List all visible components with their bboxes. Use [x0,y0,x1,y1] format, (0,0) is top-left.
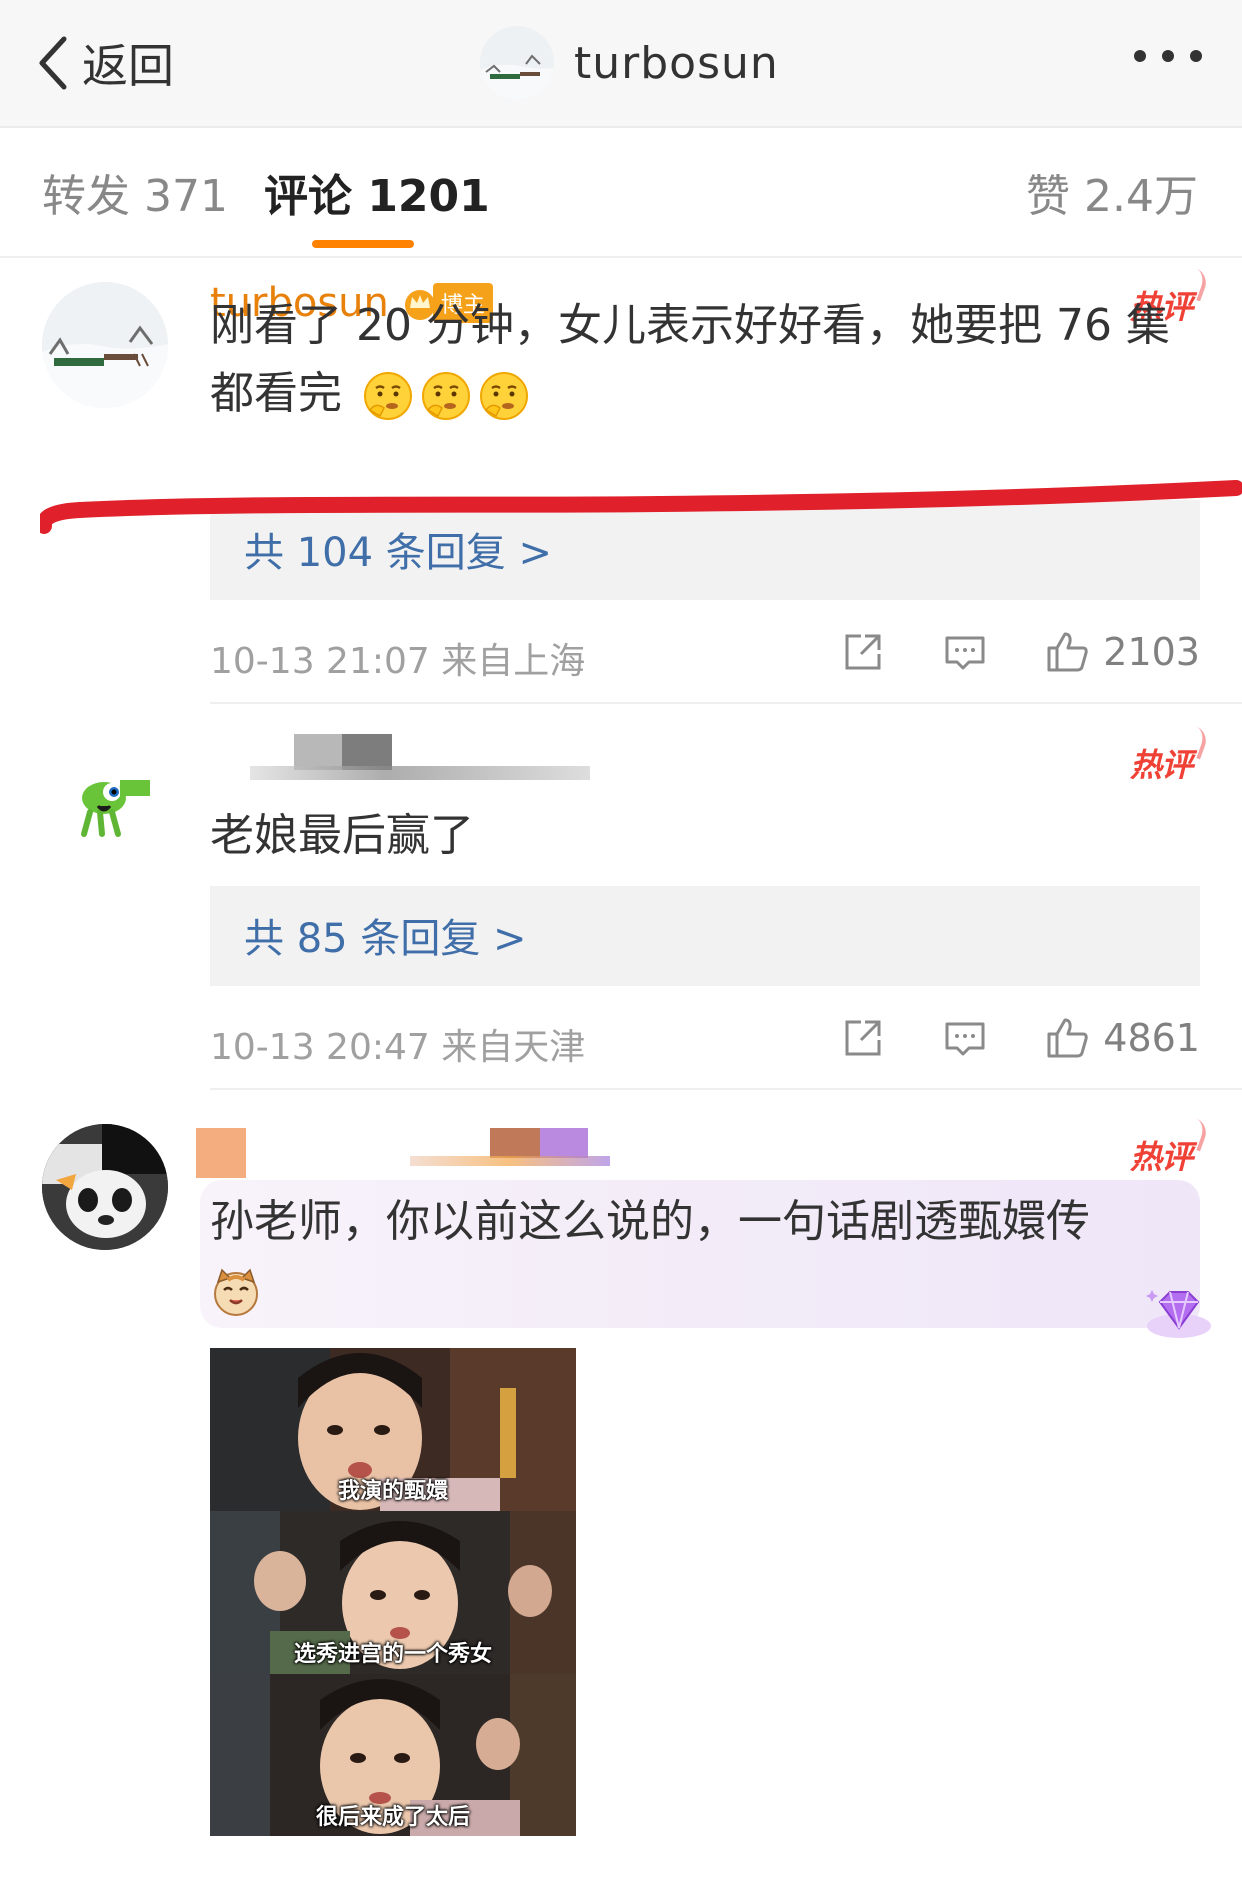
redacted-username [342,734,392,770]
avatar[interactable] [42,282,168,408]
tab-bar: 转发 371 评论 1201 赞 2.4万 [0,130,1242,258]
image-caption: 我演的甄嬛 [337,1479,448,1504]
comment-body: 孙老师，你以前这么说的，一句话剧透甄嬛传 [210,1196,1090,1247]
image-caption: 很后来成了太后 [315,1805,470,1830]
nav-title-group[interactable]: turbosun [480,26,779,100]
view-replies-link[interactable]: 共 85 条回复 > [244,906,527,964]
replies-box[interactable]: 共 85 条回复 > [210,886,1200,986]
image-caption: 选秀进宫的一个秀女 [293,1642,492,1667]
comment-text: 刚看了 20 分钟，女儿表示好好看，她要把 76 集都看完 [210,292,1190,428]
reply-button[interactable] [941,628,989,676]
tab-repost[interactable]: 转发 371 [42,160,228,224]
redacted-username [490,1128,540,1158]
redacted-username [410,1156,610,1166]
navigation-bar: 返回 turbosun [0,0,1242,128]
share-button[interactable] [839,628,887,676]
thinking-emoji-icon [364,372,412,420]
divider [210,702,1242,704]
redacted-username [540,1128,588,1158]
hot-comment-badge: 热评 [1130,1132,1193,1178]
redacted-username [294,734,342,770]
comment-body: 刚看了 20 分钟，女儿表示好好看，她要把 76 集都看完 [210,300,1170,419]
tab-comments[interactable]: 评论 1201 [264,160,490,224]
comment-icon [945,636,985,670]
avatar[interactable] [42,1124,168,1250]
image-panel: 我演的甄嬛 [210,1348,576,1511]
annotation-underline [40,480,1242,534]
active-tab-indicator [312,240,414,248]
share-button[interactable] [839,1014,887,1062]
thumbs-up-icon [1047,1018,1088,1058]
redacted-username [196,1128,246,1178]
comment-text: 孙老师，你以前这么说的，一句话剧透甄嬛传 [210,1188,1190,1324]
share-icon [845,1020,881,1056]
diamond-icon [1146,1290,1211,1338]
cat-emoji-icon [214,1268,258,1316]
like-count: 4861 [1103,1016,1200,1060]
avatar[interactable] [480,26,554,100]
hot-comment-badge: 热评 [1130,740,1193,786]
thinking-emoji-icon [422,372,470,420]
like-button[interactable]: 4861 [1043,1014,1200,1062]
comment-meta: 10-13 21:07 来自上海 [210,641,586,682]
divider [210,1088,1242,1090]
more-dot-icon [1134,50,1146,62]
thinking-emoji-icon [480,372,528,420]
tab-likes[interactable]: 赞 2.4万 [1026,160,1198,224]
more-dot-icon [1190,50,1202,62]
more-button[interactable] [1134,50,1202,62]
comment-actions: 2103 [839,628,1200,676]
back-label: 返回 [82,39,174,93]
comment-icon [945,1022,985,1056]
comment-actions: 4861 [839,1014,1200,1062]
more-dot-icon [1162,50,1174,62]
thumbs-up-icon [1047,632,1088,672]
redacted-username [250,766,590,780]
back-button[interactable]: 返回 [34,28,174,98]
comment-meta: 10-13 20:47 来自天津 [210,1027,586,1068]
image-panel: 选秀进宫的一个秀女 [210,1511,576,1674]
comment-image[interactable]: 我演的甄嬛 选秀进宫的一个秀女 很后来成了太后 [210,1348,576,1836]
comment-text: 老娘最后赢了 [210,810,474,861]
share-icon [845,634,881,670]
page-title: turbosun [574,37,779,89]
chevron-left-icon [39,36,67,90]
avatar[interactable] [42,736,168,862]
image-panel: 很后来成了太后 [210,1674,576,1836]
reply-button[interactable] [941,1014,989,1062]
like-count: 2103 [1103,630,1200,674]
like-button[interactable]: 2103 [1043,628,1200,676]
